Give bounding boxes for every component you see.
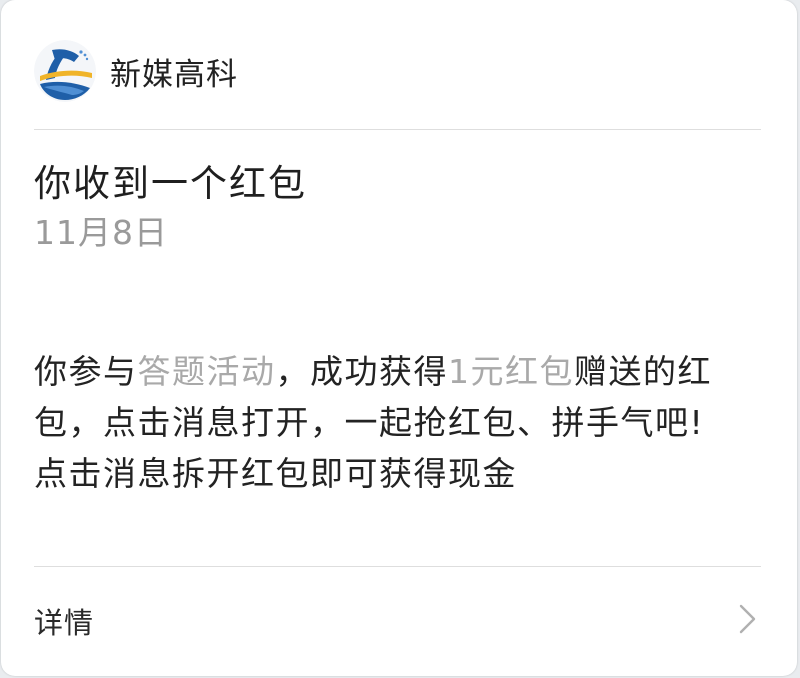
details-row[interactable]: 详情 <box>34 567 761 675</box>
message-line-1: 你参与答题活动，成功获得1元红包赠送的红包，点击消息打开，一起抢红包、拼手气吧! <box>34 346 764 448</box>
activity-link[interactable]: 答题活动 <box>138 352 276 391</box>
notification-title: 你收到一个红包 <box>34 162 307 205</box>
notification-card[interactable]: 新媒高科 你收到一个红包 11月8日 你参与答题活动，成功获得1元红包赠送的红包… <box>1 0 797 676</box>
details-label: 详情 <box>34 606 95 640</box>
chevron-right-icon <box>735 602 761 640</box>
notification-date: 11月8日 <box>34 213 168 252</box>
message-text-intro: 你参与 <box>34 352 138 391</box>
header-divider <box>34 129 761 130</box>
message-line-2: 点击消息拆开红包即可获得现金 <box>34 454 517 493</box>
card-header: 新媒高科 <box>34 40 238 102</box>
message-text-success: ，成功获得 <box>275 352 448 391</box>
wave-logo-icon <box>34 40 96 102</box>
notification-message: 你参与答题活动，成功获得1元红包赠送的红包，点击消息打开，一起抢红包、拼手气吧!… <box>34 346 764 499</box>
reward-link[interactable]: 1元红包 <box>448 352 574 391</box>
account-name: 新媒高科 <box>110 56 238 93</box>
